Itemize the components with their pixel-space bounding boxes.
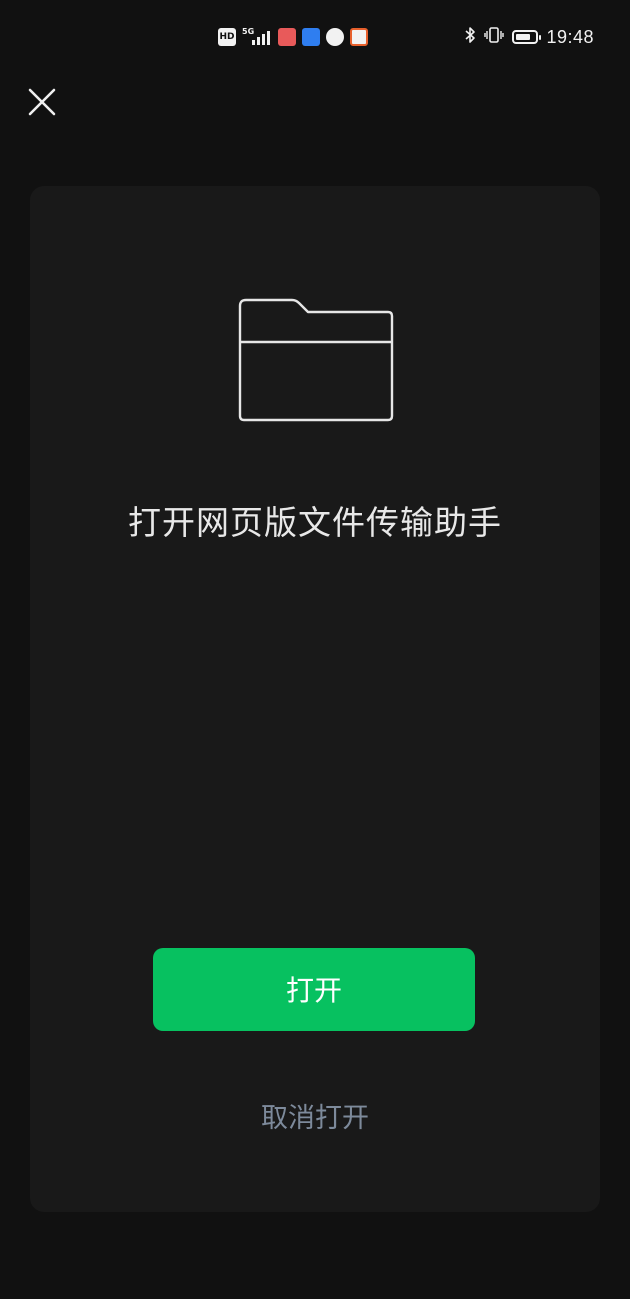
open-button[interactable]: 打开 (153, 948, 475, 1031)
status-time: 19:48 (546, 26, 594, 47)
close-button[interactable] (20, 80, 64, 124)
cloud-app-icon (302, 28, 320, 46)
close-icon (28, 88, 56, 116)
app-notification-red-icon (278, 28, 296, 46)
signal-5g-icon: 5G (242, 27, 272, 46)
page-title: 打开网页版文件传输助手 (128, 503, 502, 542)
app-orange-icon (350, 28, 368, 46)
status-bar: HD 5G 19:48 (0, 0, 630, 72)
hand-app-icon (326, 28, 344, 46)
status-icons-right: 19:48 (464, 25, 594, 49)
folder-icon (238, 298, 394, 424)
cancel-open-button[interactable]: 取消打开 (30, 1096, 600, 1135)
bluetooth-icon (464, 26, 476, 49)
battery-icon (512, 30, 542, 44)
status-icons-left: HD 5G (218, 26, 368, 48)
hd-icon: HD (218, 28, 236, 46)
vibrate-icon (484, 26, 505, 49)
dialog-card: 打开网页版文件传输助手 打开 取消打开 (30, 186, 600, 1212)
battery-level (516, 34, 531, 40)
